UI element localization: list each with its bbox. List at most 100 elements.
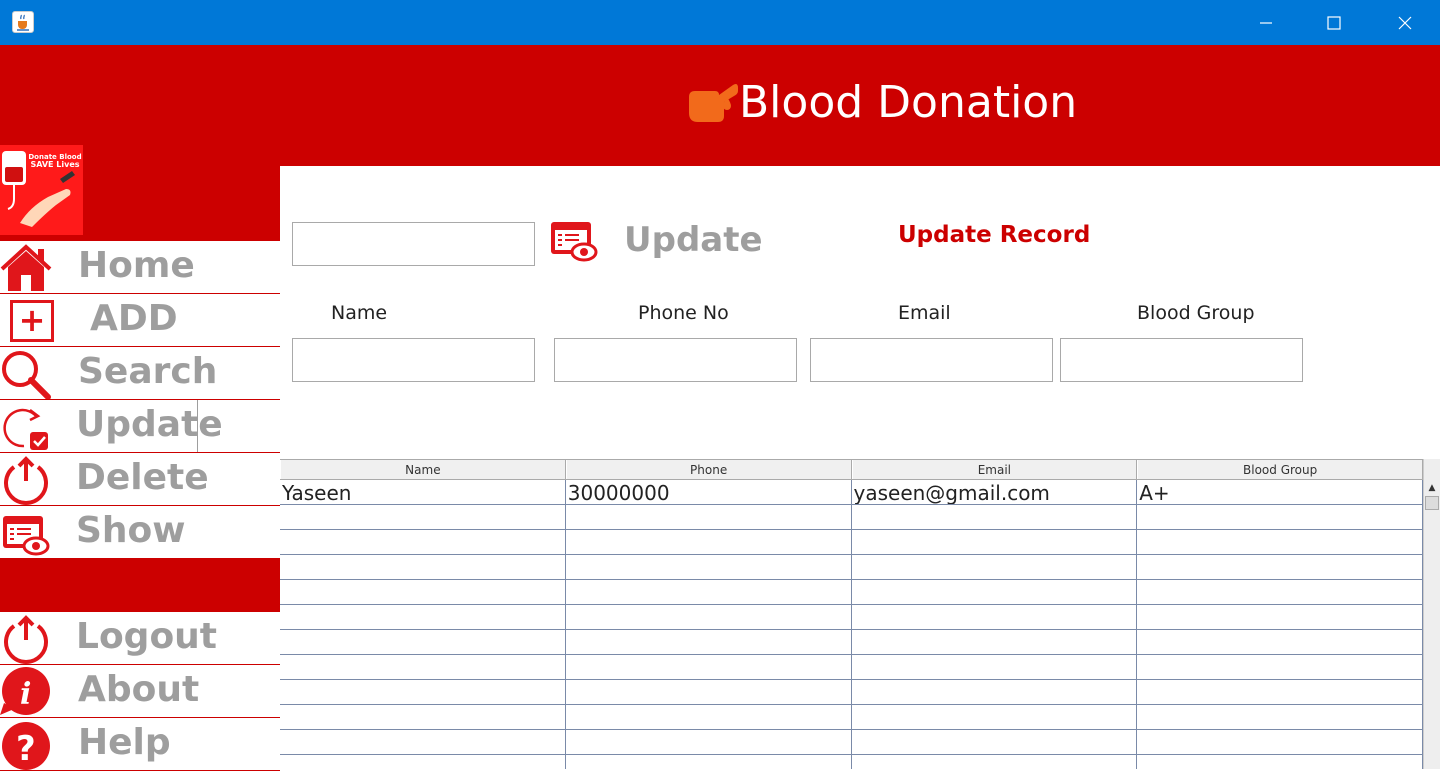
table-cell[interactable] bbox=[280, 705, 566, 729]
table-cell[interactable] bbox=[566, 530, 852, 554]
blood-group-field[interactable] bbox=[1060, 338, 1303, 382]
table-cell[interactable]: yaseen@gmail.com bbox=[852, 480, 1138, 504]
donate-blood-logo: Donate Blood SAVE Lives bbox=[0, 145, 83, 235]
table-cell[interactable] bbox=[280, 755, 566, 769]
table-cell[interactable] bbox=[280, 655, 566, 679]
table-scrollbar[interactable]: ▲ bbox=[1423, 459, 1440, 769]
scroll-up-icon[interactable]: ▲ bbox=[1424, 480, 1440, 496]
table-cell[interactable] bbox=[566, 755, 852, 769]
table-cell[interactable] bbox=[566, 680, 852, 704]
sidebar-item-home[interactable]: Home bbox=[0, 241, 280, 294]
table-cell[interactable] bbox=[280, 730, 566, 754]
donor-table[interactable]: Name Phone Email Blood Group Yaseen 30000… bbox=[280, 459, 1440, 769]
table-cell[interactable] bbox=[280, 555, 566, 579]
svg-text:?: ? bbox=[16, 729, 36, 769]
table-cell[interactable] bbox=[1137, 630, 1423, 654]
email-field[interactable] bbox=[810, 338, 1053, 382]
table-row[interactable]: Yaseen 30000000 yaseen@gmail.com A+ bbox=[280, 480, 1423, 505]
table-cell[interactable] bbox=[566, 705, 852, 729]
table-cell[interactable] bbox=[1137, 730, 1423, 754]
sidebar-item-label: Update bbox=[76, 404, 223, 445]
table-cell[interactable] bbox=[1137, 705, 1423, 729]
table-cell[interactable] bbox=[280, 530, 566, 554]
record-search-input[interactable] bbox=[292, 222, 535, 266]
table-cell[interactable] bbox=[280, 605, 566, 629]
table-cell[interactable] bbox=[566, 555, 852, 579]
app-title: Blood Donation bbox=[739, 77, 1078, 128]
window-title-bar bbox=[0, 0, 1440, 45]
table-cell[interactable] bbox=[1137, 755, 1423, 769]
table-cell[interactable] bbox=[566, 655, 852, 679]
table-cell[interactable] bbox=[566, 630, 852, 654]
table-cell[interactable] bbox=[280, 680, 566, 704]
table-cell[interactable] bbox=[566, 730, 852, 754]
table-row[interactable] bbox=[280, 705, 1423, 730]
table-row[interactable] bbox=[280, 630, 1423, 655]
sidebar-item-delete[interactable]: Delete bbox=[0, 453, 280, 506]
sidebar-item-update[interactable]: Update bbox=[0, 400, 280, 453]
sidebar-item-about[interactable]: i About bbox=[0, 665, 280, 718]
table-cell[interactable] bbox=[852, 530, 1138, 554]
table-header: Name Phone Email Blood Group bbox=[280, 459, 1423, 480]
table-cell[interactable] bbox=[1137, 655, 1423, 679]
table-cell[interactable] bbox=[852, 730, 1138, 754]
column-header-name[interactable]: Name bbox=[280, 460, 566, 479]
sidebar-item-show[interactable]: Show bbox=[0, 506, 280, 559]
table-row[interactable] bbox=[280, 605, 1423, 630]
table-cell[interactable]: A+ bbox=[1137, 480, 1423, 504]
table-body: Yaseen 30000000 yaseen@gmail.com A+ bbox=[280, 480, 1423, 769]
table-row[interactable] bbox=[280, 580, 1423, 605]
update-button[interactable]: Update bbox=[548, 218, 763, 268]
sidebar-item-search[interactable]: Search bbox=[0, 347, 280, 400]
table-cell[interactable] bbox=[1137, 605, 1423, 629]
table-cell[interactable] bbox=[1137, 505, 1423, 529]
name-field[interactable] bbox=[292, 338, 535, 382]
table-row[interactable] bbox=[280, 730, 1423, 755]
show-records-icon bbox=[3, 516, 50, 556]
table-cell[interactable] bbox=[1137, 580, 1423, 604]
table-row[interactable] bbox=[280, 680, 1423, 705]
plus-icon: + bbox=[10, 300, 54, 342]
table-cell[interactable] bbox=[852, 630, 1138, 654]
table-cell[interactable] bbox=[280, 505, 566, 529]
table-row[interactable] bbox=[280, 505, 1423, 530]
column-header-email[interactable]: Email bbox=[851, 460, 1138, 479]
table-cell[interactable] bbox=[566, 505, 852, 529]
sidebar-item-help[interactable]: ? Help bbox=[0, 718, 280, 771]
table-cell[interactable] bbox=[852, 655, 1138, 679]
minimize-button[interactable] bbox=[1243, 0, 1289, 45]
sidebar-item-add[interactable]: + ADD bbox=[0, 294, 280, 347]
table-cell[interactable] bbox=[852, 555, 1138, 579]
phone-field[interactable] bbox=[554, 338, 797, 382]
table-cell[interactable] bbox=[1137, 530, 1423, 554]
table-cell[interactable] bbox=[852, 580, 1138, 604]
sidebar-item-logout[interactable]: Logout bbox=[0, 612, 280, 665]
table-cell[interactable] bbox=[852, 680, 1138, 704]
table-cell[interactable] bbox=[1137, 555, 1423, 579]
table-cell[interactable] bbox=[566, 580, 852, 604]
column-header-phone[interactable]: Phone bbox=[565, 460, 852, 479]
table-cell[interactable] bbox=[280, 630, 566, 654]
table-cell[interactable] bbox=[852, 705, 1138, 729]
table-cell[interactable] bbox=[1137, 680, 1423, 704]
sidebar-item-label: Logout bbox=[76, 616, 218, 657]
scrollbar-thumb[interactable] bbox=[1425, 496, 1439, 510]
table-cell[interactable] bbox=[280, 580, 566, 604]
maximize-button[interactable] bbox=[1311, 0, 1357, 45]
column-header-blood-group[interactable]: Blood Group bbox=[1137, 460, 1423, 479]
table-cell[interactable] bbox=[852, 755, 1138, 769]
table-cell[interactable] bbox=[566, 605, 852, 629]
table-row[interactable] bbox=[280, 530, 1423, 555]
logo-line-2: SAVE Lives bbox=[30, 160, 80, 169]
table-row[interactable] bbox=[280, 655, 1423, 680]
power-icon bbox=[4, 456, 48, 505]
table-row[interactable] bbox=[280, 555, 1423, 580]
table-cell[interactable]: Yaseen bbox=[280, 480, 566, 504]
table-cell[interactable] bbox=[852, 605, 1138, 629]
close-button[interactable] bbox=[1382, 0, 1428, 45]
sidebar-item-label: Delete bbox=[76, 457, 209, 498]
table-cell[interactable] bbox=[852, 505, 1138, 529]
table-cell[interactable]: 30000000 bbox=[566, 480, 852, 504]
table-row[interactable] bbox=[280, 755, 1423, 769]
blood-drop-hand-icon bbox=[689, 84, 738, 122]
